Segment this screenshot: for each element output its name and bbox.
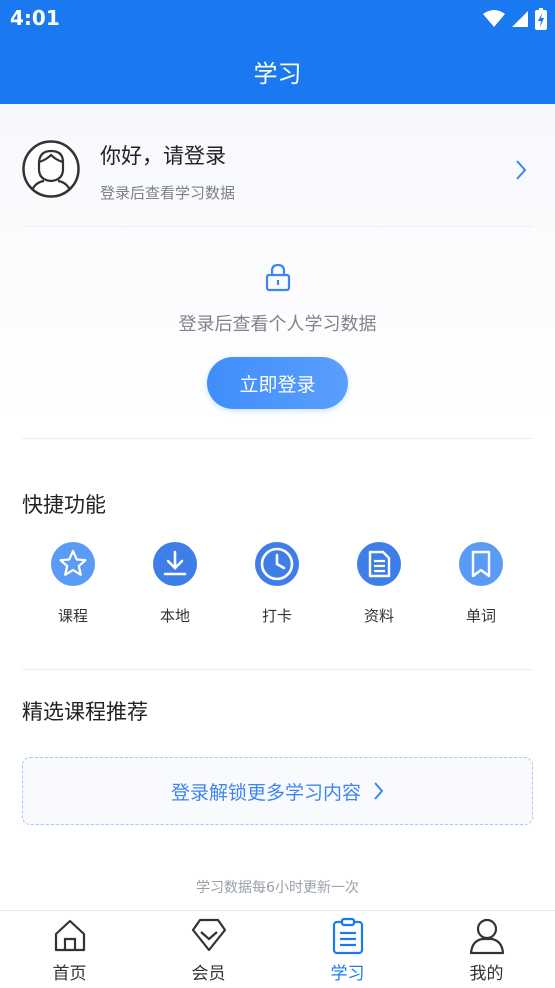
app-bar: 学习 xyxy=(0,38,555,104)
bottom-tab-bar: 首页 会员 学习 我的 xyxy=(0,910,555,988)
lock-icon xyxy=(265,263,290,292)
update-footnote: 学习数据每6小时更新一次 xyxy=(196,880,359,896)
chevron-right-icon xyxy=(516,160,527,180)
star-icon xyxy=(51,542,95,586)
person-icon xyxy=(469,918,504,955)
quick-functions: 课程 本地 打卡 资料 单词 xyxy=(0,541,555,631)
quick-item-label: 单词 xyxy=(465,607,496,625)
signal-icon xyxy=(512,11,528,27)
chevron-right-icon xyxy=(374,782,384,800)
tab-membership[interactable]: 会员 xyxy=(139,911,278,988)
recommendations-title: 精选课程推荐 xyxy=(22,700,148,724)
quick-item-label: 课程 xyxy=(57,607,88,625)
avatar-icon xyxy=(22,140,80,198)
learning-screen: 4:01 学习 你好，请登录 登录后查看学习数据 登录后查看个人学习数据 立即登… xyxy=(0,0,555,988)
main-content: 你好，请登录 登录后查看学习数据 登录后查看个人学习数据 立即登录 快捷功能 课… xyxy=(0,104,555,910)
lock-icon-wrap xyxy=(0,262,555,296)
page-title: 学习 xyxy=(253,60,302,88)
clock-icon xyxy=(255,542,299,586)
tab-label: 我的 xyxy=(469,964,504,984)
tab-learning[interactable]: 学习 xyxy=(278,911,417,988)
login-greeting: 你好，请登录 xyxy=(100,144,226,168)
quick-item-label: 打卡 xyxy=(261,607,292,625)
quick-item-label: 本地 xyxy=(159,607,190,625)
divider xyxy=(22,669,533,670)
quick-item-checkin[interactable]: 打卡 xyxy=(237,541,317,626)
tab-home[interactable]: 首页 xyxy=(0,911,139,988)
tab-profile[interactable]: 我的 xyxy=(417,911,555,988)
document-icon xyxy=(357,542,401,586)
status-time: 4:01 xyxy=(10,6,60,30)
battery-icon xyxy=(535,8,547,30)
quick-item-local[interactable]: 本地 xyxy=(135,541,215,626)
login-subtitle: 登录后查看学习数据 xyxy=(100,184,236,202)
clipboard-icon xyxy=(332,917,363,955)
unlock-label: 登录解锁更多学习内容 xyxy=(170,781,361,804)
wifi-icon xyxy=(483,10,505,27)
quick-item-materials[interactable]: 资料 xyxy=(339,541,419,626)
status-icons xyxy=(483,8,547,30)
bookmark-icon xyxy=(459,542,503,586)
status-bar: 4:01 xyxy=(0,0,555,38)
divider xyxy=(22,226,533,227)
quick-item-course[interactable]: 课程 xyxy=(33,541,113,626)
quick-functions-title: 快捷功能 xyxy=(22,493,106,517)
quick-item-label: 资料 xyxy=(363,607,394,625)
tab-label: 首页 xyxy=(52,964,87,984)
tab-label: 学习 xyxy=(330,964,365,984)
diamond-icon xyxy=(191,918,226,952)
download-icon xyxy=(153,542,197,586)
unlock-more-button[interactable]: 登录解锁更多学习内容 xyxy=(22,757,533,825)
login-message: 登录后查看个人学习数据 xyxy=(178,314,377,335)
home-icon xyxy=(54,919,85,952)
divider xyxy=(22,438,533,439)
user-login-row[interactable]: 你好，请登录 登录后查看学习数据 xyxy=(0,104,555,224)
quick-item-words[interactable]: 单词 xyxy=(441,541,521,626)
login-button[interactable]: 立即登录 xyxy=(207,357,348,409)
tab-label: 会员 xyxy=(191,964,226,984)
